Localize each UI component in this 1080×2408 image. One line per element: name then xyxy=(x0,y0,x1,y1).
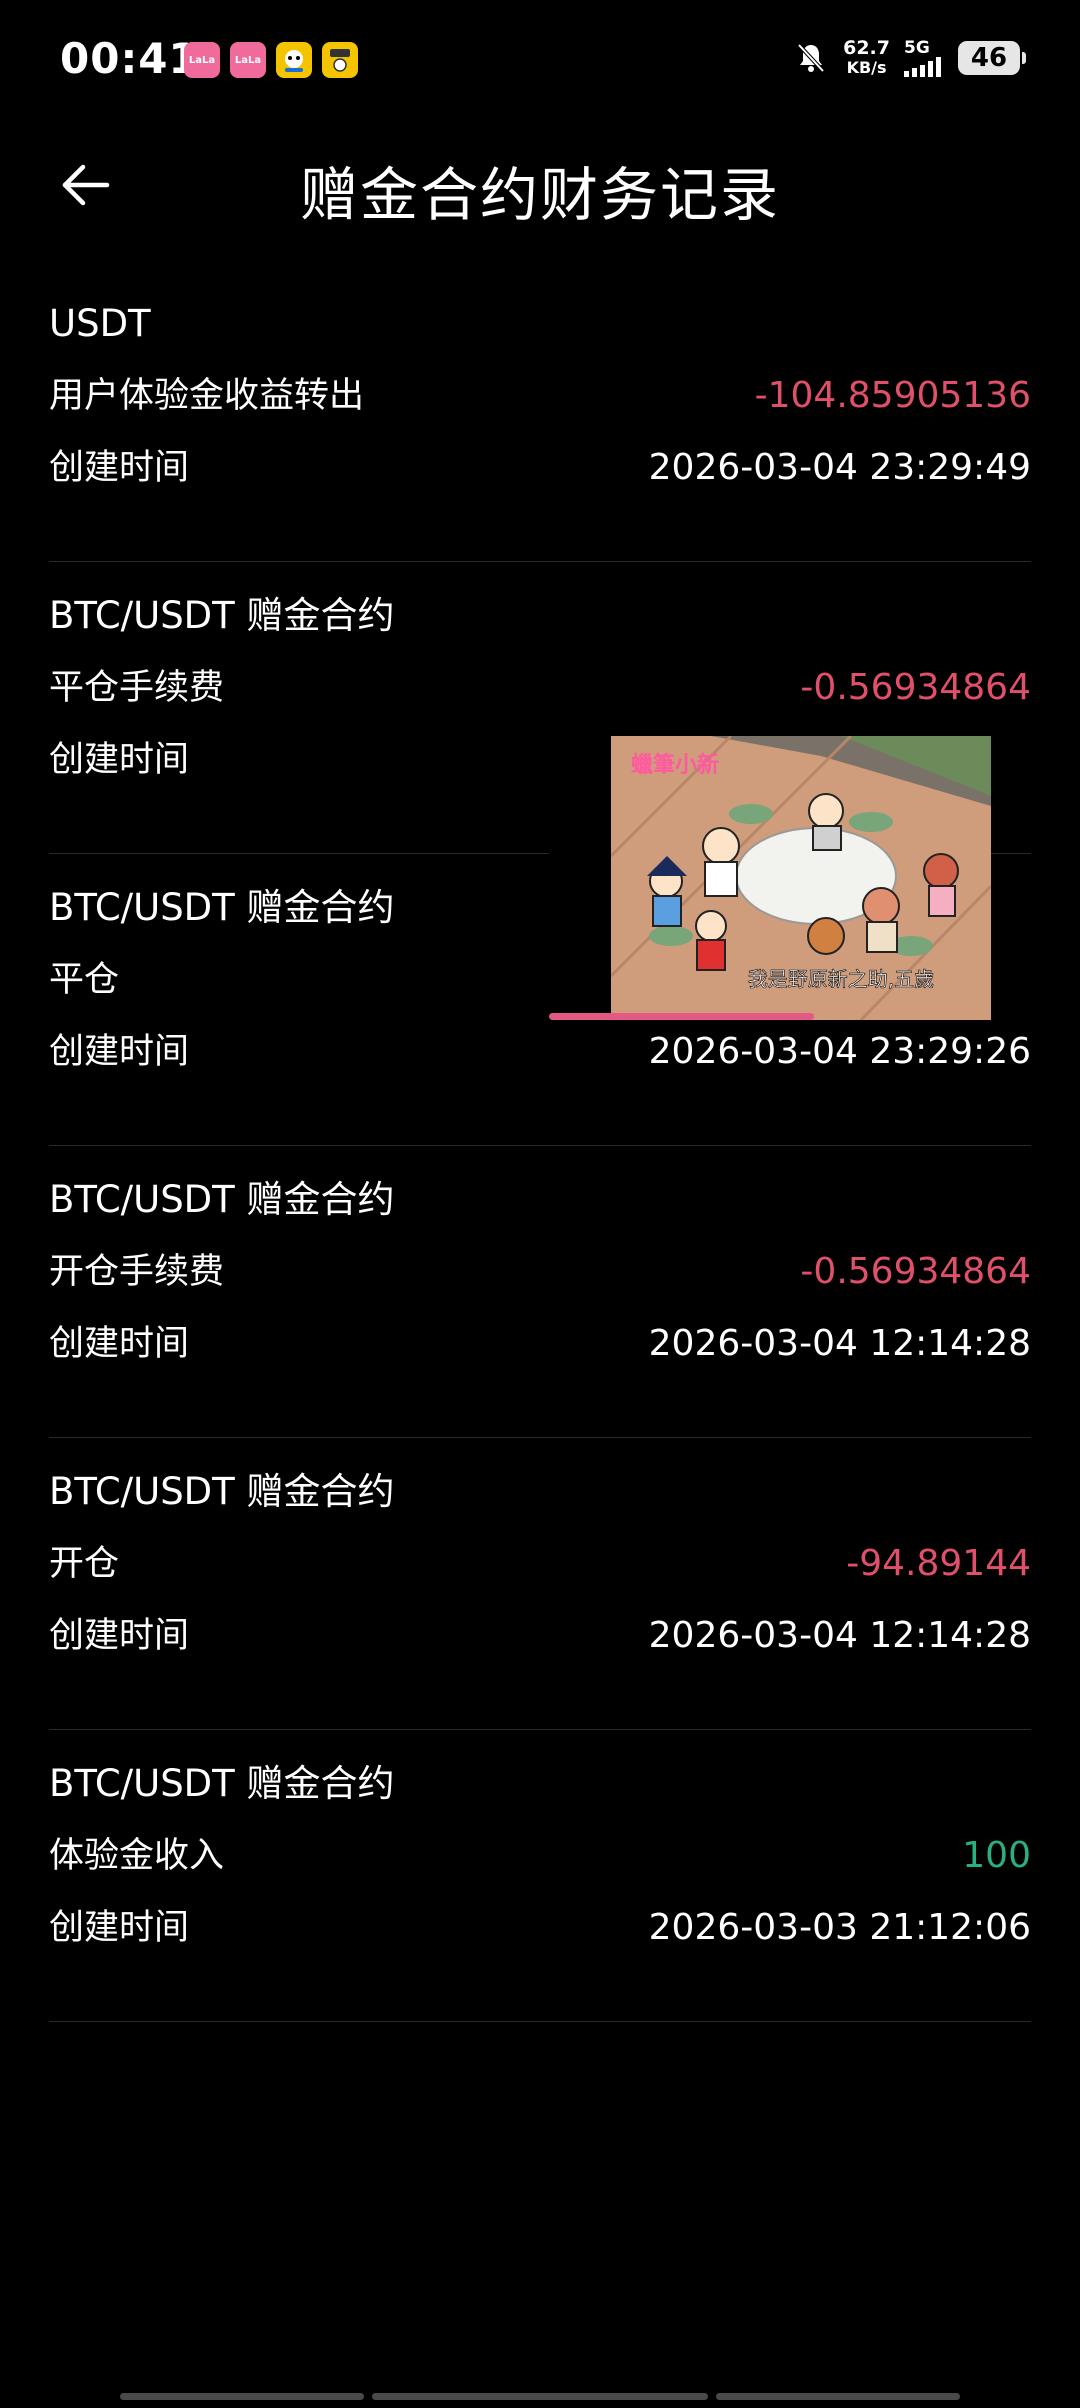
record-time: 2026-03-03 21:12:06 xyxy=(648,1907,1031,1948)
record-time-label: 创建时间 xyxy=(49,1908,190,1948)
ball-icon xyxy=(330,49,350,72)
yellow-app-icon xyxy=(322,42,358,78)
record-type: 用户体验金收益转出 xyxy=(49,376,365,416)
record-title: USDT xyxy=(49,302,151,345)
record-time: 2026-03-04 12:14:28 xyxy=(648,1323,1031,1364)
record-time: 2026-03-04 12:14:28 xyxy=(648,1615,1031,1656)
record-type: 平仓手续费 xyxy=(49,668,225,708)
face-icon xyxy=(285,50,303,72)
record-time: 2026-03-04 23:29:26 xyxy=(648,1031,1031,1072)
financial-record-list: USDT 用户体验金收益转出 -104.85905136 创建时间 2026-0… xyxy=(49,270,1031,2022)
status-time: 00:41 xyxy=(60,34,199,83)
video-progress-bar[interactable] xyxy=(549,1013,815,1020)
record-amount: 100 xyxy=(962,1835,1031,1876)
record-time: 2026-03-04 23:29:49 xyxy=(648,447,1031,488)
record-amount: -104.85905136 xyxy=(754,375,1031,416)
record-time-label: 创建时间 xyxy=(49,448,190,488)
lala-app-icon: LaLa xyxy=(230,42,266,78)
record-amount: -0.56934864 xyxy=(800,1251,1031,1292)
record-title: BTC/USDT 赠金合约 xyxy=(49,1762,395,1805)
video-subtitle: 我是野原新之助,五歲 xyxy=(748,967,934,991)
record-item[interactable]: BTC/USDT 赠金合约 开仓手续费 -0.56934864 创建时间 202… xyxy=(49,1146,1031,1438)
record-type: 体验金收入 xyxy=(49,1836,225,1876)
app-header: 赠金合约财务记录 xyxy=(0,130,1080,240)
notification-app-icons: LaLa LaLa xyxy=(184,42,358,78)
network-type-label: 5G xyxy=(904,38,930,58)
record-type: 开仓手续费 xyxy=(49,1252,225,1292)
record-time-label: 创建时间 xyxy=(49,740,190,780)
record-item[interactable]: BTC/USDT 赠金合约 开仓 -94.89144 创建时间 2026-03-… xyxy=(49,1438,1031,1730)
nav-indicator-segment xyxy=(371,2393,709,2400)
yellow-app-icon xyxy=(276,42,312,78)
video-frame[interactable]: 蠟筆小新 我是野原新之助,五歲 xyxy=(611,736,991,1020)
network-speed-unit: KB/s xyxy=(846,58,887,77)
record-title: BTC/USDT 赠金合约 xyxy=(49,1470,395,1513)
record-item[interactable]: USDT 用户体验金收益转出 -104.85905136 创建时间 2026-0… xyxy=(49,270,1031,562)
page-title: 赠金合约财务记录 xyxy=(299,161,780,229)
battery-level: 46 xyxy=(970,43,1008,73)
record-time-label: 创建时间 xyxy=(49,1324,190,1364)
nav-indicator-segment xyxy=(716,2393,960,2400)
record-type: 平仓 xyxy=(49,960,120,1000)
record-title: BTC/USDT 赠金合约 xyxy=(49,886,395,929)
network-speed-value: 62.7 xyxy=(843,37,890,59)
video-scene-image: 蠟筆小新 我是野原新之助,五歲 xyxy=(611,736,991,1020)
record-amount: -94.89144 xyxy=(846,1543,1031,1584)
record-time-label: 创建时间 xyxy=(49,1032,190,1072)
record-amount: -0.56934864 xyxy=(800,667,1031,708)
record-title: BTC/USDT 赠金合约 xyxy=(49,594,395,637)
record-type: 开仓 xyxy=(49,1544,120,1584)
lala-app-icon: LaLa xyxy=(184,42,220,78)
floating-video-window[interactable]: 蠟筆小新 我是野原新之助,五歲 xyxy=(549,736,991,1020)
status-right-group: 62.7 KB/s 5G 46 xyxy=(793,38,1026,78)
nav-indicator-segment xyxy=(120,2393,364,2400)
video-logo-text: 蠟筆小新 xyxy=(631,752,719,778)
record-item[interactable]: BTC/USDT 赠金合约 体验金收入 100 创建时间 2026-03-03 … xyxy=(49,1730,1031,2022)
network-type: 5G xyxy=(904,39,944,77)
battery-icon: 46 xyxy=(958,41,1026,75)
app-icon-label: LaLa xyxy=(188,54,216,66)
status-bar: 00:41 LaLa LaLa 62.7 KB/s 5G 46 xyxy=(0,0,1080,120)
app-icon-label: LaLa xyxy=(234,54,262,66)
signal-icon xyxy=(904,57,941,77)
bell-muted-icon xyxy=(797,43,825,73)
record-time-label: 创建时间 xyxy=(49,1616,190,1656)
network-speed: 62.7 KB/s xyxy=(843,38,890,78)
record-title: BTC/USDT 赠金合约 xyxy=(49,1178,395,1221)
gesture-nav-indicator[interactable] xyxy=(120,2393,960,2400)
